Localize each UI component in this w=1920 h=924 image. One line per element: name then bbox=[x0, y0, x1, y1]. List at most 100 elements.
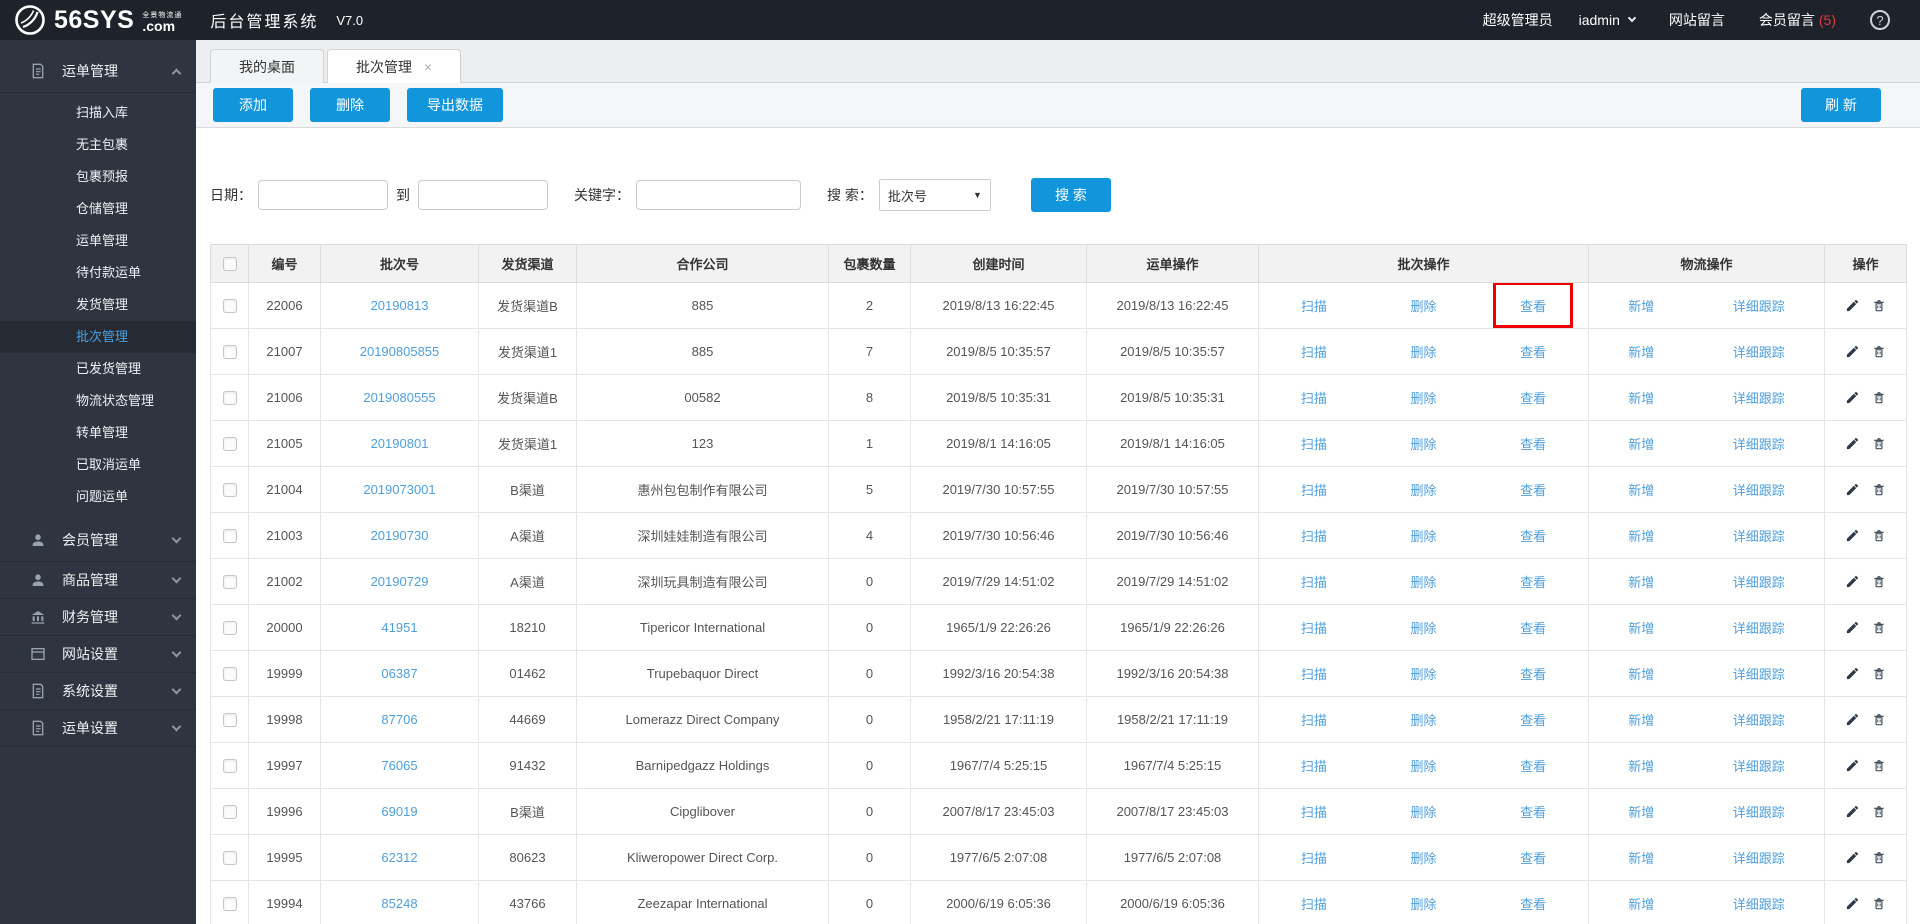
batch-op-link[interactable]: 扫描 bbox=[1301, 480, 1327, 499]
site-messages-link[interactable]: 网站留言 bbox=[1669, 10, 1725, 30]
batch-op-link[interactable]: 删除 bbox=[1410, 618, 1436, 637]
logistics-op-link[interactable]: 详细跟踪 bbox=[1733, 480, 1785, 499]
help-icon[interactable]: ? bbox=[1870, 10, 1890, 30]
tab-batch-management[interactable]: 批次管理 × bbox=[327, 49, 461, 83]
sidebar-item-entry[interactable]: 仓储管理 bbox=[0, 193, 196, 225]
batch-no-link[interactable]: 2019073001 bbox=[363, 482, 435, 497]
sidebar-section[interactable]: 网站设置 bbox=[0, 635, 196, 672]
batch-op-link[interactable]: 删除 bbox=[1410, 296, 1436, 315]
batch-op-link[interactable]: 扫描 bbox=[1301, 296, 1327, 315]
sidebar-item-entry[interactable]: 发货管理 bbox=[0, 289, 196, 321]
delete-trash-icon[interactable] bbox=[1872, 344, 1886, 359]
logistics-op-link[interactable]: 新增 bbox=[1628, 342, 1654, 361]
edit-pencil-icon[interactable] bbox=[1845, 666, 1860, 681]
delete-trash-icon[interactable] bbox=[1872, 298, 1886, 313]
batch-op-link[interactable]: 查看 bbox=[1520, 710, 1546, 729]
logistics-op-link[interactable]: 新增 bbox=[1628, 526, 1654, 545]
logistics-op-link[interactable]: 新增 bbox=[1628, 802, 1654, 821]
batch-op-link[interactable]: 查看 bbox=[1520, 802, 1546, 821]
row-checkbox[interactable] bbox=[223, 391, 237, 405]
add-button[interactable]: 添加 bbox=[213, 88, 293, 122]
logistics-op-link[interactable]: 详细跟踪 bbox=[1733, 434, 1785, 453]
logistics-op-link[interactable]: 详细跟踪 bbox=[1733, 756, 1785, 775]
logistics-op-link[interactable]: 新增 bbox=[1628, 480, 1654, 499]
batch-no-link[interactable]: 2019080555 bbox=[363, 390, 435, 405]
edit-pencil-icon[interactable] bbox=[1845, 344, 1860, 359]
sidebar-section[interactable]: 财务管理 bbox=[0, 598, 196, 635]
logistics-op-link[interactable]: 详细跟踪 bbox=[1733, 664, 1785, 683]
batch-op-link[interactable]: 扫描 bbox=[1301, 618, 1327, 637]
edit-pencil-icon[interactable] bbox=[1845, 804, 1860, 819]
logistics-op-link[interactable]: 新增 bbox=[1628, 894, 1654, 913]
batch-op-link[interactable]: 扫描 bbox=[1301, 710, 1327, 729]
batch-op-link[interactable]: 查看 bbox=[1520, 434, 1546, 453]
edit-pencil-icon[interactable] bbox=[1845, 620, 1860, 635]
batch-op-link[interactable]: 删除 bbox=[1410, 802, 1436, 821]
sidebar-item-entry[interactable]: 运单管理 bbox=[0, 225, 196, 257]
row-checkbox[interactable] bbox=[223, 575, 237, 589]
sidebar-item-entry[interactable]: 已取消运单 bbox=[0, 449, 196, 481]
batch-op-link[interactable]: 查看 bbox=[1520, 618, 1546, 637]
row-checkbox[interactable] bbox=[223, 851, 237, 865]
keyword-input[interactable] bbox=[636, 180, 801, 210]
sidebar-item-entry[interactable]: 问题运单 bbox=[0, 481, 196, 513]
sidebar-section-waybill-management[interactable]: 运单管理 bbox=[0, 50, 196, 92]
edit-pencil-icon[interactable] bbox=[1845, 436, 1860, 451]
delete-trash-icon[interactable] bbox=[1872, 758, 1886, 773]
sidebar-item-entry[interactable]: 包裹预报 bbox=[0, 161, 196, 193]
logistics-op-link[interactable]: 详细跟踪 bbox=[1733, 526, 1785, 545]
delete-trash-icon[interactable] bbox=[1872, 712, 1886, 727]
batch-op-link[interactable]: 删除 bbox=[1410, 664, 1436, 683]
batch-op-link[interactable]: 扫描 bbox=[1301, 664, 1327, 683]
batch-op-link[interactable]: 扫描 bbox=[1301, 388, 1327, 407]
batch-op-link[interactable]: 删除 bbox=[1410, 434, 1436, 453]
logistics-op-link[interactable]: 详细跟踪 bbox=[1733, 802, 1785, 821]
batch-no-link[interactable]: 62312 bbox=[381, 850, 417, 865]
sidebar-section[interactable]: 系统设置 bbox=[0, 672, 196, 709]
batch-op-link[interactable]: 删除 bbox=[1410, 342, 1436, 361]
batch-no-link[interactable]: 87706 bbox=[381, 712, 417, 727]
batch-op-link[interactable]: 删除 bbox=[1410, 480, 1436, 499]
batch-no-link[interactable]: 20190729 bbox=[371, 574, 429, 589]
logistics-op-link[interactable]: 新增 bbox=[1628, 664, 1654, 683]
batch-op-link[interactable]: 查看 bbox=[1520, 572, 1546, 591]
row-checkbox[interactable] bbox=[223, 621, 237, 635]
row-checkbox[interactable] bbox=[223, 805, 237, 819]
sidebar-item-entry[interactable]: 已发货管理 bbox=[0, 353, 196, 385]
logistics-op-link[interactable]: 详细跟踪 bbox=[1733, 342, 1785, 361]
batch-no-link[interactable]: 76065 bbox=[381, 758, 417, 773]
logistics-op-link[interactable]: 新增 bbox=[1628, 710, 1654, 729]
close-icon[interactable]: × bbox=[424, 59, 432, 75]
row-checkbox[interactable] bbox=[223, 759, 237, 773]
batch-op-link[interactable]: 删除 bbox=[1410, 710, 1436, 729]
select-all-checkbox[interactable] bbox=[223, 257, 237, 271]
sidebar-section[interactable]: 会员管理 bbox=[0, 519, 196, 561]
batch-op-link[interactable]: 扫描 bbox=[1301, 802, 1327, 821]
batch-op-link[interactable]: 扫描 bbox=[1301, 434, 1327, 453]
edit-pencil-icon[interactable] bbox=[1845, 528, 1860, 543]
logistics-op-link[interactable]: 详细跟踪 bbox=[1733, 894, 1785, 913]
search-field-select[interactable]: 批次号 ▼ bbox=[879, 179, 991, 211]
search-button[interactable]: 搜 索 bbox=[1031, 178, 1111, 212]
delete-trash-icon[interactable] bbox=[1872, 850, 1886, 865]
delete-trash-icon[interactable] bbox=[1872, 620, 1886, 635]
logistics-op-link[interactable]: 新增 bbox=[1628, 618, 1654, 637]
user-menu[interactable]: iadmin bbox=[1579, 12, 1635, 28]
batch-op-link[interactable]: 删除 bbox=[1410, 756, 1436, 775]
sidebar-item-active[interactable]: 批次管理 bbox=[0, 321, 196, 353]
refresh-button[interactable]: 刷 新 bbox=[1801, 88, 1881, 122]
sidebar-item-entry[interactable]: 无主包裹 bbox=[0, 129, 196, 161]
logistics-op-link[interactable]: 新增 bbox=[1628, 296, 1654, 315]
edit-pencil-icon[interactable] bbox=[1845, 896, 1860, 911]
edit-pencil-icon[interactable] bbox=[1845, 758, 1860, 773]
logistics-op-link[interactable]: 新增 bbox=[1628, 434, 1654, 453]
edit-pencil-icon[interactable] bbox=[1845, 482, 1860, 497]
logistics-op-link[interactable]: 详细跟踪 bbox=[1733, 710, 1785, 729]
batch-op-link[interactable]: 扫描 bbox=[1301, 894, 1327, 913]
member-messages-link[interactable]: 会员留言(5) bbox=[1759, 10, 1836, 30]
edit-pencil-icon[interactable] bbox=[1845, 390, 1860, 405]
delete-trash-icon[interactable] bbox=[1872, 390, 1886, 405]
batch-op-link[interactable]: 查看 bbox=[1520, 342, 1546, 361]
batch-op-link[interactable]: 查看 bbox=[1520, 299, 1546, 314]
delete-trash-icon[interactable] bbox=[1872, 528, 1886, 543]
